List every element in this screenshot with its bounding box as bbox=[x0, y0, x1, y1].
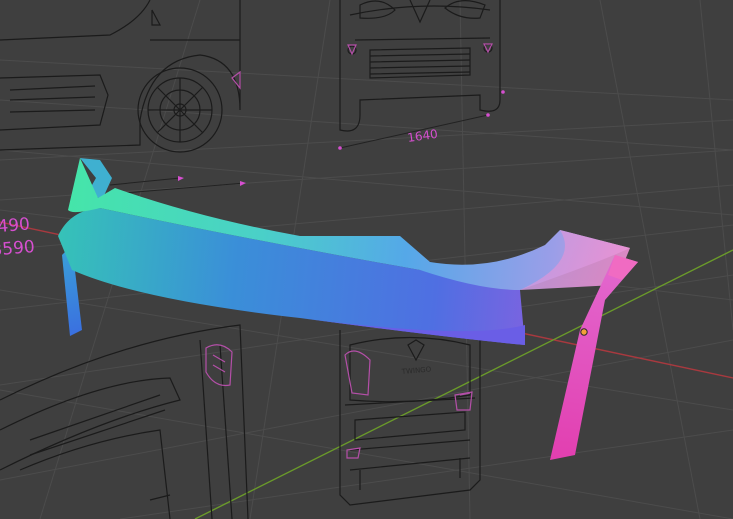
rear-badge-text: TWINGO bbox=[400, 365, 432, 376]
3d-viewport[interactable]: 1640 490 3590 TWINGO bbox=[0, 0, 733, 519]
bumper-mesh-object[interactable] bbox=[58, 158, 638, 460]
reference-image-front-view bbox=[339, 0, 501, 132]
dimension-label-top: 1640 bbox=[406, 127, 438, 145]
viewport-canvas[interactable]: 1640 490 3590 TWINGO bbox=[0, 0, 733, 519]
dimension-arrow-icon bbox=[178, 90, 505, 186]
dimension-label-left-lower: 3590 bbox=[0, 237, 36, 261]
dimension-label-left-upper: 490 bbox=[0, 214, 31, 237]
reference-image-top-view bbox=[0, 324, 249, 519]
reference-image-rear-view bbox=[339, 330, 481, 506]
origin-dot-icon[interactable] bbox=[580, 328, 588, 336]
reference-image-side-view bbox=[0, 0, 241, 153]
